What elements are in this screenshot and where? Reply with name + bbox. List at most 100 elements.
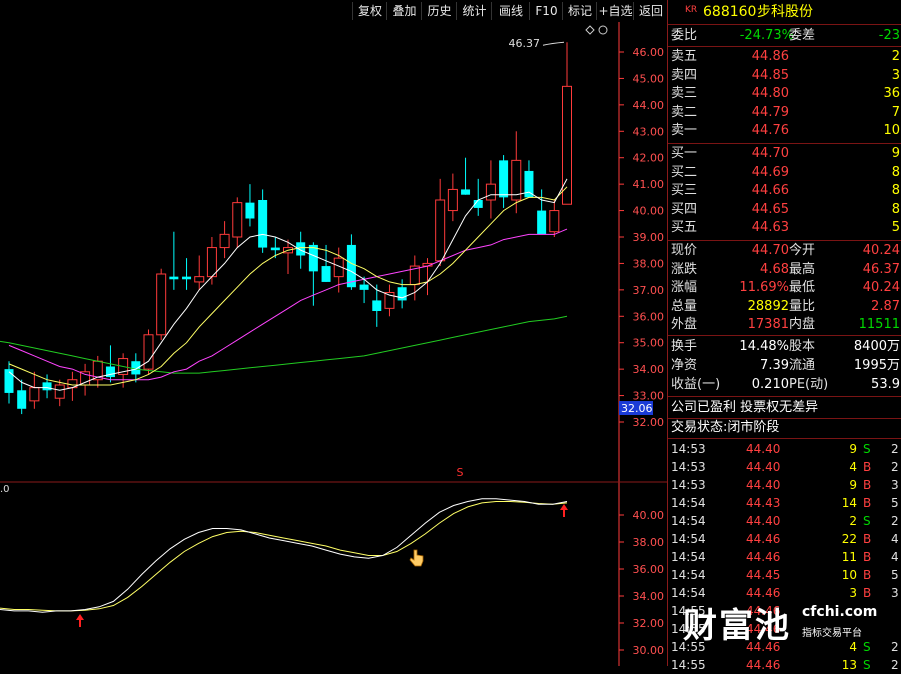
buy-level-volume: 9 bbox=[891, 146, 900, 161]
stat-label: 收益(一) bbox=[671, 377, 721, 392]
tick-n: 3 bbox=[891, 586, 899, 600]
watermark-brand: 财富池 bbox=[683, 606, 791, 646]
price-tick-label: 33.00 bbox=[633, 390, 665, 403]
tick-d: B bbox=[863, 568, 872, 582]
tick-t: 14:54 bbox=[671, 550, 706, 564]
buy-level-volume: 8 bbox=[891, 164, 900, 180]
indicator-tick-label: 36.00 bbox=[633, 563, 665, 576]
sell-level-row: 卖二 44.79 7 bbox=[671, 104, 901, 122]
indicator-left-label: .0 bbox=[0, 484, 10, 495]
candle-body-down bbox=[245, 202, 255, 219]
toolbar-button-0[interactable]: 复权 bbox=[352, 2, 387, 20]
tick-t: 14:53 bbox=[671, 442, 706, 456]
candle-body-up bbox=[80, 371, 91, 386]
price-tick-label: 41.00 bbox=[633, 178, 665, 191]
sell-level-row: 卖五 44.86 2 bbox=[671, 48, 901, 66]
price-tick-label: 38.00 bbox=[633, 257, 665, 270]
tick-p: 44.40 bbox=[746, 460, 781, 474]
toolbar-button-4[interactable]: 画线 bbox=[491, 2, 530, 20]
tick-row: 14:54 44.45 10 B 5 bbox=[671, 566, 901, 584]
price-tick-label: 35.00 bbox=[633, 337, 665, 350]
quote-stat-row: 现价 44.70 今开 40.24 bbox=[671, 242, 901, 260]
stat-label: 现价 bbox=[671, 243, 698, 258]
tick-p: 44.46 bbox=[746, 550, 781, 564]
tick-d: B bbox=[863, 478, 872, 492]
stat-value: 53.9 bbox=[871, 377, 900, 392]
indicator-line-yellow bbox=[0, 501, 568, 612]
stat-value: 8400万 bbox=[853, 339, 900, 354]
circle-icon bbox=[598, 25, 608, 35]
toolbar-button-6[interactable]: 标记 bbox=[562, 2, 597, 20]
tick-v: 4 bbox=[849, 460, 857, 474]
toolbar-button-3[interactable]: 统计 bbox=[456, 2, 492, 20]
candle-body-down bbox=[359, 284, 369, 290]
chart-toolbar: 复权 叠加 历史 统计 画线 F10 标记 +自选 返回 bbox=[0, 0, 667, 22]
price-tick-label: 34.00 bbox=[633, 363, 665, 376]
toolbar-button-2[interactable]: 历史 bbox=[421, 2, 457, 20]
stat-label: 股本 bbox=[789, 339, 816, 354]
buy-level-row: 买三 44.66 8 bbox=[671, 182, 901, 200]
stat-value: 0.210 bbox=[751, 377, 789, 392]
candle-body-down bbox=[397, 287, 407, 301]
stat-value: 40.24 bbox=[862, 280, 900, 295]
buy-level-price: 44.66 bbox=[751, 183, 789, 198]
market-badge: KR bbox=[685, 5, 698, 15]
tick-row: 14:53 44.40 9 B 3 bbox=[671, 476, 901, 494]
sell-level-price: 44.86 bbox=[751, 49, 789, 64]
candle-body-down bbox=[524, 170, 534, 198]
profit-notice: 公司已盈利 投票权无差异 bbox=[671, 400, 819, 415]
buy-level-price: 44.63 bbox=[751, 220, 789, 235]
tick-p: 44.40 bbox=[746, 514, 781, 528]
buy-level-price: 44.69 bbox=[751, 164, 789, 180]
diamond-icon bbox=[585, 25, 595, 35]
stat-value: 40.24 bbox=[862, 243, 900, 258]
tick-v: 3 bbox=[849, 586, 857, 600]
price-tick-label: 43.00 bbox=[633, 125, 665, 138]
candle-body-down bbox=[308, 244, 318, 272]
kline-chart[interactable]: 46.00 45.00 44.00 43.00 42.00 41.00 40.00 39.00… bbox=[0, 22, 667, 666]
toolbar-button-8[interactable]: 返回 bbox=[633, 2, 668, 20]
stat-label: 内盘 bbox=[789, 317, 816, 332]
stat-value: 1995万 bbox=[853, 358, 900, 373]
indicator-line-white bbox=[0, 498, 568, 613]
price-tick-label: 44.00 bbox=[633, 99, 665, 112]
tick-v: 9 bbox=[849, 478, 857, 492]
watermark-slogan: 指标交易平台 bbox=[802, 628, 862, 639]
candle-body-up bbox=[54, 384, 65, 399]
stat-value: 7.39 bbox=[760, 358, 789, 373]
sell-level-price: 44.85 bbox=[751, 67, 789, 83]
sell-level-label: 卖一 bbox=[671, 123, 698, 138]
candle-body-down bbox=[169, 276, 179, 280]
tick-p: 44.40 bbox=[746, 478, 781, 492]
quote-stat-row: 涨幅 11.69% 最低 40.24 bbox=[671, 279, 901, 297]
candle-body-up bbox=[232, 202, 243, 238]
buy-level-label: 买五 bbox=[671, 220, 698, 235]
hand-cursor-icon bbox=[409, 549, 424, 567]
toolbar-button-1[interactable]: 叠加 bbox=[386, 2, 422, 20]
candle-body-down bbox=[499, 160, 509, 198]
tick-n: 2 bbox=[891, 442, 899, 456]
stat-value: 2.87 bbox=[871, 298, 900, 314]
tick-v: 4 bbox=[849, 640, 857, 654]
stat-label: 涨跌 bbox=[671, 261, 698, 277]
tick-p: 44.40 bbox=[746, 442, 781, 456]
candle-body-down bbox=[131, 361, 141, 375]
tick-n: 3 bbox=[891, 478, 899, 492]
candle-body-up bbox=[29, 387, 40, 402]
candle-body-down bbox=[17, 390, 27, 409]
stat-label: 外盘 bbox=[671, 317, 698, 332]
price-tick-label: 36.00 bbox=[633, 310, 665, 323]
sell-level-row: 卖四 44.85 3 bbox=[671, 67, 901, 85]
toolbar-button-5[interactable]: F10 bbox=[529, 2, 563, 20]
toolbar-button-7[interactable]: +自选 bbox=[596, 2, 634, 20]
indicator-tick-label: 30.00 bbox=[633, 644, 665, 657]
tick-t: 14:54 bbox=[671, 568, 706, 582]
sell-level-label: 卖五 bbox=[671, 49, 698, 64]
candle-body-up bbox=[485, 183, 496, 201]
tick-d: B bbox=[863, 586, 872, 600]
tick-d: S bbox=[863, 514, 871, 528]
candle-body-up bbox=[219, 233, 230, 249]
tick-v: 2 bbox=[849, 514, 857, 528]
tick-p: 44.43 bbox=[746, 496, 781, 510]
buy-level-row: 买一 44.70 9 bbox=[671, 145, 901, 163]
